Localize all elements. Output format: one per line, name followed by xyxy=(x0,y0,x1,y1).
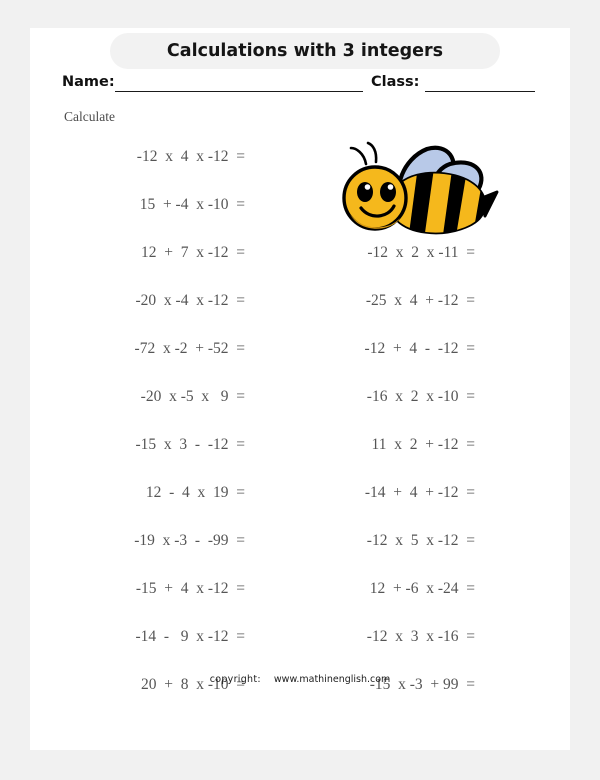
problem-left[interactable]: -15 x 3 - -12 = xyxy=(30,421,245,469)
problem-row: -72 x -2 + -52 = -12 + 4 - -12 = xyxy=(30,325,570,373)
worksheet-sheet: Calculations with 3 integers Name: Class… xyxy=(30,28,570,750)
problem-right[interactable]: -12 x 5 x -12 = xyxy=(260,517,475,565)
problem-left[interactable]: -72 x -2 + -52 = xyxy=(30,325,245,373)
problem-right[interactable]: -16 x 2 x -10 = xyxy=(260,373,475,421)
problem-left[interactable]: -12 x 4 x -12 = xyxy=(30,133,245,181)
problem-row: -12 x 4 x -12 = xyxy=(30,133,570,181)
problem-left[interactable]: -20 x -4 x -12 = xyxy=(30,277,245,325)
problem-right[interactable]: -14 + 4 + -12 = xyxy=(260,469,475,517)
problem-left[interactable]: 15 + -4 x -10 = xyxy=(30,181,245,229)
problem-right[interactable]: -15 x -3 + 99 = xyxy=(260,661,475,709)
problem-row: 15 + -4 x -10 = xyxy=(30,181,570,229)
problem-right[interactable]: 12 + -6 x -24 = xyxy=(260,565,475,613)
problem-row: -20 x -4 x -12 = -25 x 4 + -12 = xyxy=(30,277,570,325)
problem-row: 20 + 8 x -10 = -15 x -3 + 99 = xyxy=(30,661,570,709)
problem-left[interactable]: 12 - 4 x 19 = xyxy=(30,469,245,517)
footer: copyright: www.mathinenglish.com xyxy=(30,674,570,685)
problem-row: 12 - 4 x 19 = -14 + 4 + -12 = xyxy=(30,469,570,517)
problem-row: -19 x -3 - -99 = -12 x 5 x -12 = xyxy=(30,517,570,565)
problem-left[interactable]: -19 x -3 - -99 = xyxy=(30,517,245,565)
page-title: Calculations with 3 integers xyxy=(166,41,444,61)
problem-right[interactable]: -25 x 4 + -12 = xyxy=(260,277,475,325)
problem-left[interactable]: -14 - 9 x -12 = xyxy=(30,613,245,661)
problem-row: -15 + 4 x -12 = 12 + -6 x -24 = xyxy=(30,565,570,613)
problem-right[interactable] xyxy=(260,181,475,229)
problem-row: -15 x 3 - -12 = 11 x 2 + -12 = xyxy=(30,421,570,469)
problem-left[interactable]: 12 + 7 x -12 = xyxy=(30,229,245,277)
student-info-row: Name: Class: xyxy=(30,72,570,102)
problem-left[interactable]: -20 x -5 x 9 = xyxy=(30,373,245,421)
problem-right[interactable]: -12 x 2 x -11 = xyxy=(260,229,475,277)
problem-row: -20 x -5 x 9 = -16 x 2 x -10 = xyxy=(30,373,570,421)
name-label: Name: xyxy=(62,74,115,90)
instruction-text: Calculate xyxy=(64,109,115,124)
problem-grid: -12 x 4 x -12 = 15 + -4 x -10 = 12 + 7 x… xyxy=(30,133,570,709)
website-url: www.mathinenglish.com xyxy=(273,674,391,685)
problem-right[interactable]: -12 + 4 - -12 = xyxy=(260,325,475,373)
class-input-line[interactable] xyxy=(425,91,535,92)
class-label: Class: xyxy=(371,74,420,90)
problem-right[interactable]: -12 x 3 x -16 = xyxy=(260,613,475,661)
problem-left[interactable]: 20 + 8 x -10 = xyxy=(30,661,245,709)
name-input-line[interactable] xyxy=(115,91,363,92)
problem-right[interactable]: 11 x 2 + -12 = xyxy=(260,421,475,469)
problem-row: 12 + 7 x -12 = -12 x 2 x -11 = xyxy=(30,229,570,277)
problem-left[interactable]: -15 + 4 x -12 = xyxy=(30,565,245,613)
problem-row: -14 - 9 x -12 = -12 x 3 x -16 = xyxy=(30,613,570,661)
problem-right[interactable] xyxy=(260,133,475,181)
copyright-label: copyright: xyxy=(209,674,261,685)
